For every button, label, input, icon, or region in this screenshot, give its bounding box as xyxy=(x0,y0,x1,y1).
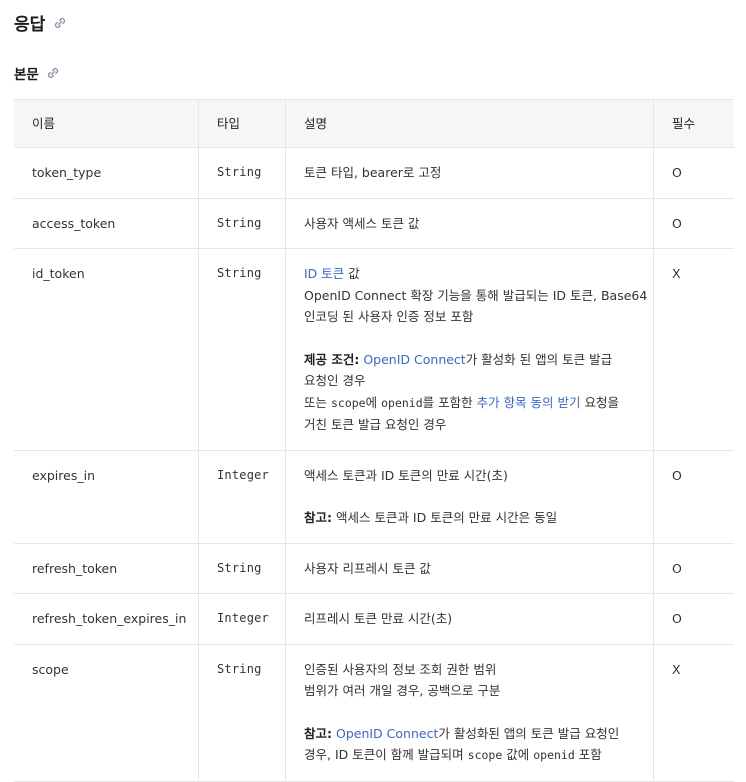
param-description: 리프레시 토큰 만료 시간(초) xyxy=(285,593,654,645)
desc-line: 인증된 사용자의 정보 조회 권한 범위 xyxy=(304,661,497,677)
table-row: access_token String 사용자 액세스 토큰 값 O xyxy=(14,198,734,249)
col-header-required: 필수 xyxy=(653,99,734,148)
param-name: refresh_token xyxy=(14,543,199,594)
table-row: token_type String 토큰 타입, bearer로 고정 O xyxy=(14,147,734,199)
section-title: 응답 xyxy=(14,15,46,35)
param-description: 토큰 타입, bearer로 고정 xyxy=(285,147,654,199)
param-required: O xyxy=(653,593,734,645)
table-row: refresh_token_expires_in Integer 리프레시 토큰… xyxy=(14,593,734,645)
param-type: String xyxy=(198,248,286,451)
col-header-name: 이름 xyxy=(14,99,199,148)
desc-line: OpenID Connect 확장 기능을 통해 발급되는 ID 토큰, Bas… xyxy=(304,287,648,303)
param-required: O xyxy=(653,450,734,544)
condition-text: 가 활성화 된 앱의 토큰 발급 xyxy=(465,351,613,367)
table-row: scope String 인증된 사용자의 정보 조회 권한 범위 범위가 여러… xyxy=(14,644,734,782)
link-icon[interactable] xyxy=(46,66,60,80)
col-header-type: 타입 xyxy=(198,99,286,148)
param-description: 인증된 사용자의 정보 조회 권한 범위 범위가 여러 개일 경우, 공백으로 … xyxy=(285,644,654,782)
param-name: scope xyxy=(14,644,199,782)
param-type: Integer xyxy=(198,593,286,645)
param-type: String xyxy=(198,644,286,782)
param-required: O xyxy=(653,198,734,249)
param-required: X xyxy=(653,644,734,782)
param-description: 사용자 리프레시 토큰 값 xyxy=(285,543,654,594)
code-openid: openid xyxy=(533,748,575,762)
desc-line: 액세스 토큰과 ID 토큰의 만료 시간(초) xyxy=(304,467,508,483)
param-description: ID 토큰 값 OpenID Connect 확장 기능을 통해 발급되는 ID… xyxy=(285,248,654,451)
param-name: token_type xyxy=(14,147,199,199)
note-text: 경우, ID 토큰이 함께 발급되며 xyxy=(304,747,468,762)
note-label: 참고: xyxy=(304,725,332,741)
or-text: 또는 xyxy=(304,394,331,410)
or-text: 를 포함한 xyxy=(422,394,477,410)
code-scope: scope xyxy=(330,395,366,410)
param-name: access_token xyxy=(14,198,199,249)
note-label: 참고: xyxy=(304,510,332,525)
desc-line: 범위가 여러 개일 경우, 공백으로 구분 xyxy=(304,683,501,698)
note-text: 가 활성화된 앱의 토큰 발급 요청인 xyxy=(438,725,620,741)
response-body-table: 이름 타입 설명 필수 token_type String 토큰 타입, bea… xyxy=(14,99,734,782)
desc-line: 인코딩 된 사용자 인증 정보 포함 xyxy=(304,309,474,324)
subsection-title: 본문 xyxy=(14,67,39,83)
openid-connect-link[interactable]: OpenID Connect xyxy=(336,726,438,741)
param-type: String xyxy=(198,543,286,594)
condition-label: 제공 조건: xyxy=(304,351,360,367)
table-row: refresh_token String 사용자 리프레시 토큰 값 O xyxy=(14,543,734,594)
page: 응답 본문 이름 타입 설명 필수 token_type String 토큰 타… xyxy=(0,0,746,782)
section-heading: 응답 xyxy=(14,10,67,35)
param-name: id_token xyxy=(14,248,199,451)
table-header-row: 이름 타입 설명 필수 xyxy=(14,99,734,148)
param-type: Integer xyxy=(198,450,286,544)
col-header-description: 설명 xyxy=(285,99,654,148)
code-scope: scope xyxy=(467,748,503,762)
param-required: O xyxy=(653,147,734,199)
table-row: expires_in Integer 액세스 토큰과 ID 토큰의 만료 시간(… xyxy=(14,450,734,544)
or-text: 에 xyxy=(365,394,382,410)
param-description: 사용자 액세스 토큰 값 xyxy=(285,198,654,249)
link-icon[interactable] xyxy=(53,16,67,30)
note-text: 액세스 토큰과 ID 토큰의 만료 시간은 동일 xyxy=(332,510,558,525)
param-name: refresh_token_expires_in xyxy=(14,593,199,645)
desc-text: 값 xyxy=(344,266,360,281)
openid-connect-link[interactable]: OpenID Connect xyxy=(363,352,465,367)
note-text: 값에 xyxy=(502,747,534,762)
condition-line: 요청인 경우 xyxy=(304,373,366,388)
param-required: X xyxy=(653,248,734,451)
code-openid: openid xyxy=(381,395,423,410)
param-description: 액세스 토큰과 ID 토큰의 만료 시간(초) 참고: 액세스 토큰과 ID 토… xyxy=(285,450,654,544)
param-type: String xyxy=(198,147,286,199)
subsection-heading: 본문 xyxy=(14,63,60,83)
id-token-link[interactable]: ID 토큰 xyxy=(304,266,344,281)
or-text: 요청을 xyxy=(580,394,619,410)
param-type: String xyxy=(198,198,286,249)
param-name: expires_in xyxy=(14,450,199,544)
condition-line: 거친 토큰 발급 요청인 경우 xyxy=(304,417,447,432)
note-text: 포함 xyxy=(574,747,602,762)
table-row: id_token String ID 토큰 값 OpenID Connect 확… xyxy=(14,248,734,451)
additional-consent-link[interactable]: 추가 항목 동의 받기 xyxy=(477,395,581,410)
param-required: O xyxy=(653,543,734,594)
